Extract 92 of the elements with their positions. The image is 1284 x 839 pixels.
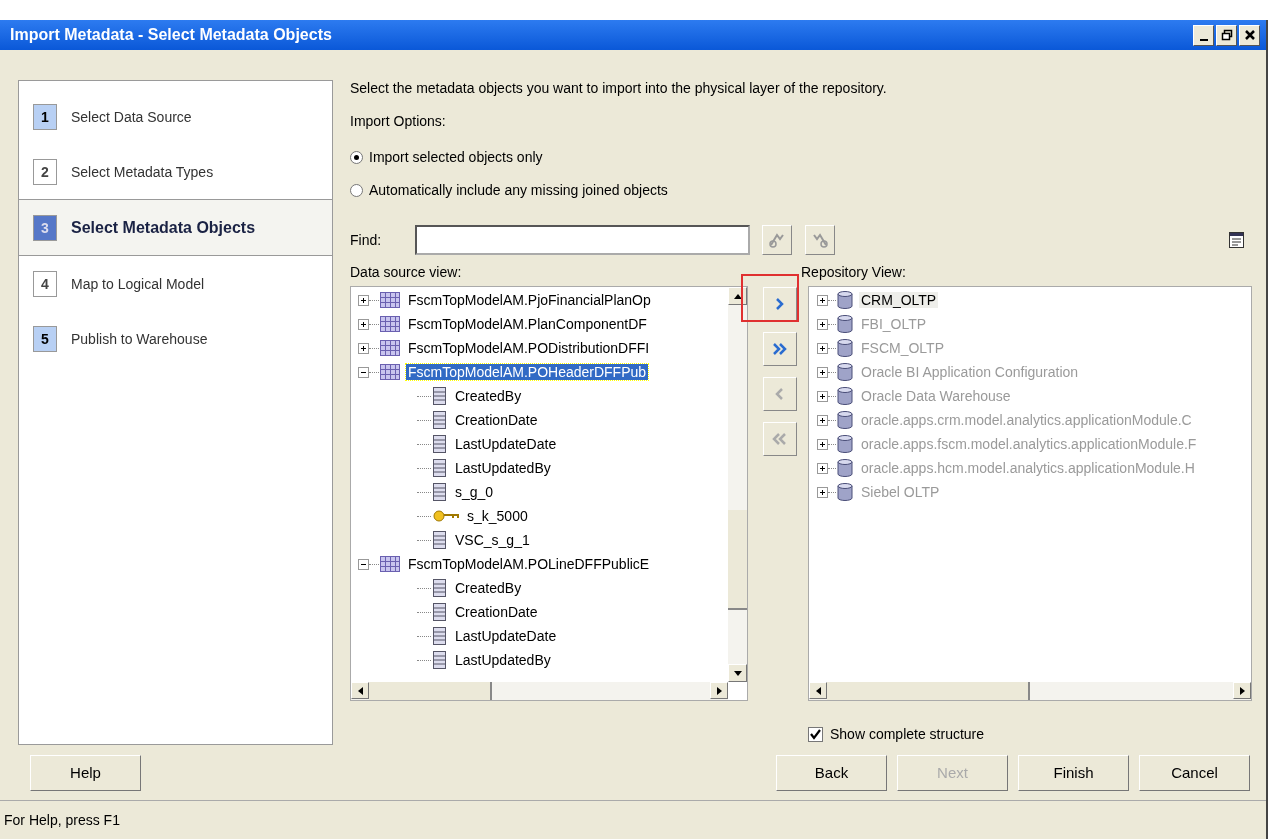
tree-item[interactable]: FscmTopModelAM.POLineDFFPublicE [406, 556, 652, 572]
tree-item[interactable]: LastUpdatedBy [453, 652, 553, 668]
tree-item[interactable]: FscmTopModelAM.PjoFinancialPlanOp [406, 292, 653, 308]
tree-item[interactable]: LastUpdateDate [453, 436, 559, 452]
table-icon [380, 364, 400, 380]
tree-item[interactable]: s_k_5000 [465, 508, 530, 524]
database-icon [837, 387, 853, 405]
database-icon [837, 411, 853, 429]
import-options-label: Import Options: [350, 113, 447, 131]
scroll-right-icon[interactable] [1239, 686, 1245, 695]
scroll-left-icon[interactable] [815, 686, 821, 695]
show-structure-checkbox[interactable]: Show complete structure [808, 725, 1252, 743]
column-icon [433, 531, 447, 549]
window-title: Import Metadata - Select Metadata Objects [10, 26, 333, 44]
add-button[interactable] [763, 287, 797, 321]
database-icon [837, 435, 853, 453]
minimize-button[interactable] [1193, 24, 1214, 46]
column-icon [433, 603, 447, 621]
column-icon [433, 435, 447, 453]
tree-item[interactable]: FscmTopModelAM.POHeaderDFFPub [406, 364, 649, 380]
collapse-icon[interactable] [358, 366, 369, 378]
wizard-step[interactable]: 1 Select Data Source [19, 89, 332, 144]
scroll-right-icon[interactable] [716, 686, 722, 695]
table-icon [380, 292, 400, 308]
column-icon [433, 387, 447, 405]
horizontal-scrollbar[interactable] [351, 682, 728, 700]
database-icon [837, 363, 853, 381]
tree-item[interactable]: CreationDate [453, 604, 540, 620]
checkmark-icon [810, 728, 821, 740]
tree-item[interactable]: CreatedBy [453, 388, 524, 404]
horizontal-scrollbar[interactable] [809, 682, 1251, 700]
tree-item[interactable]: CRM_OLTP [859, 292, 939, 308]
help-button[interactable]: Help [30, 754, 141, 791]
instruction-text: Select the metadata objects you want to import into the physical layer of the repository. [350, 80, 888, 98]
radio-option[interactable]: Automatically include any missing joined objects [350, 182, 1252, 198]
tree-item[interactable]: FscmTopModelAM.PODistributionDFFI [406, 340, 652, 356]
wizard-step[interactable]: 4 Map to Logical Model [19, 256, 332, 311]
find-label: Find: [350, 232, 383, 248]
data-source-view-label: Data source view: [350, 264, 463, 282]
scroll-down-icon[interactable] [733, 670, 742, 676]
repository-view-label: Repository View: [801, 264, 907, 282]
properties-icon[interactable] [1228, 231, 1246, 249]
close-button[interactable] [1239, 24, 1260, 46]
add-all-button[interactable] [763, 332, 797, 366]
table-icon [380, 556, 400, 572]
tree-item[interactable]: LastUpdateDate [453, 628, 559, 644]
tree-item[interactable]: s_g_0 [453, 484, 496, 500]
scroll-left-icon[interactable] [357, 686, 363, 695]
wizard-step[interactable]: 2 Select Metadata Types [19, 144, 332, 199]
chevron-left-icon [772, 431, 788, 447]
tree-item[interactable]: CreatedBy [453, 580, 524, 596]
table-icon [380, 316, 400, 332]
column-icon [433, 411, 447, 429]
tree-item[interactable]: FscmTopModelAM.PlanComponentDF [406, 316, 649, 332]
find-previous-button[interactable] [805, 225, 835, 255]
find-field[interactable] [415, 225, 750, 255]
database-icon [837, 291, 853, 309]
wizard-step[interactable]: 5 Publish to Warehouse [19, 311, 332, 366]
wizard-button[interactable]: Cancel [1139, 754, 1250, 791]
wizard-button[interactable]: Finish [1018, 754, 1129, 791]
tree-item[interactable]: VSC_s_g_1 [453, 532, 532, 548]
column-icon [433, 483, 447, 501]
scroll-up-icon[interactable] [733, 293, 742, 299]
minimize-icon [1199, 38, 1208, 41]
column-icon [433, 459, 447, 477]
key-icon [433, 510, 459, 522]
tree-item[interactable]: LastUpdatedBy [453, 460, 553, 476]
restore-icon [1220, 29, 1233, 41]
wizard-step[interactable]: 3 Select Metadata Objects [19, 199, 332, 256]
radio-option[interactable]: Import selected objects only [350, 149, 1252, 165]
restore-button[interactable] [1216, 24, 1237, 46]
database-icon [837, 339, 853, 357]
chevron-right-icon [772, 341, 788, 357]
vertical-scrollbar[interactable] [728, 287, 747, 682]
column-icon [433, 627, 447, 645]
expand-icon[interactable] [817, 294, 828, 306]
database-icon [837, 483, 853, 501]
column-icon [433, 651, 447, 669]
database-icon [837, 315, 853, 333]
wizard-button[interactable]: Back [776, 754, 887, 791]
find-next-button[interactable] [762, 225, 792, 255]
database-icon [837, 459, 853, 477]
status-text: For Help, press F1 [4, 812, 120, 828]
close-icon [1243, 29, 1256, 41]
table-icon [380, 340, 400, 356]
tree-item[interactable]: CreationDate [453, 412, 540, 428]
collapse-icon[interactable] [358, 558, 369, 570]
expand-icon[interactable] [358, 342, 369, 354]
highlight-frame [741, 274, 799, 322]
expand-icon[interactable] [358, 294, 369, 306]
column-icon [433, 579, 447, 597]
expand-icon[interactable] [358, 318, 369, 330]
